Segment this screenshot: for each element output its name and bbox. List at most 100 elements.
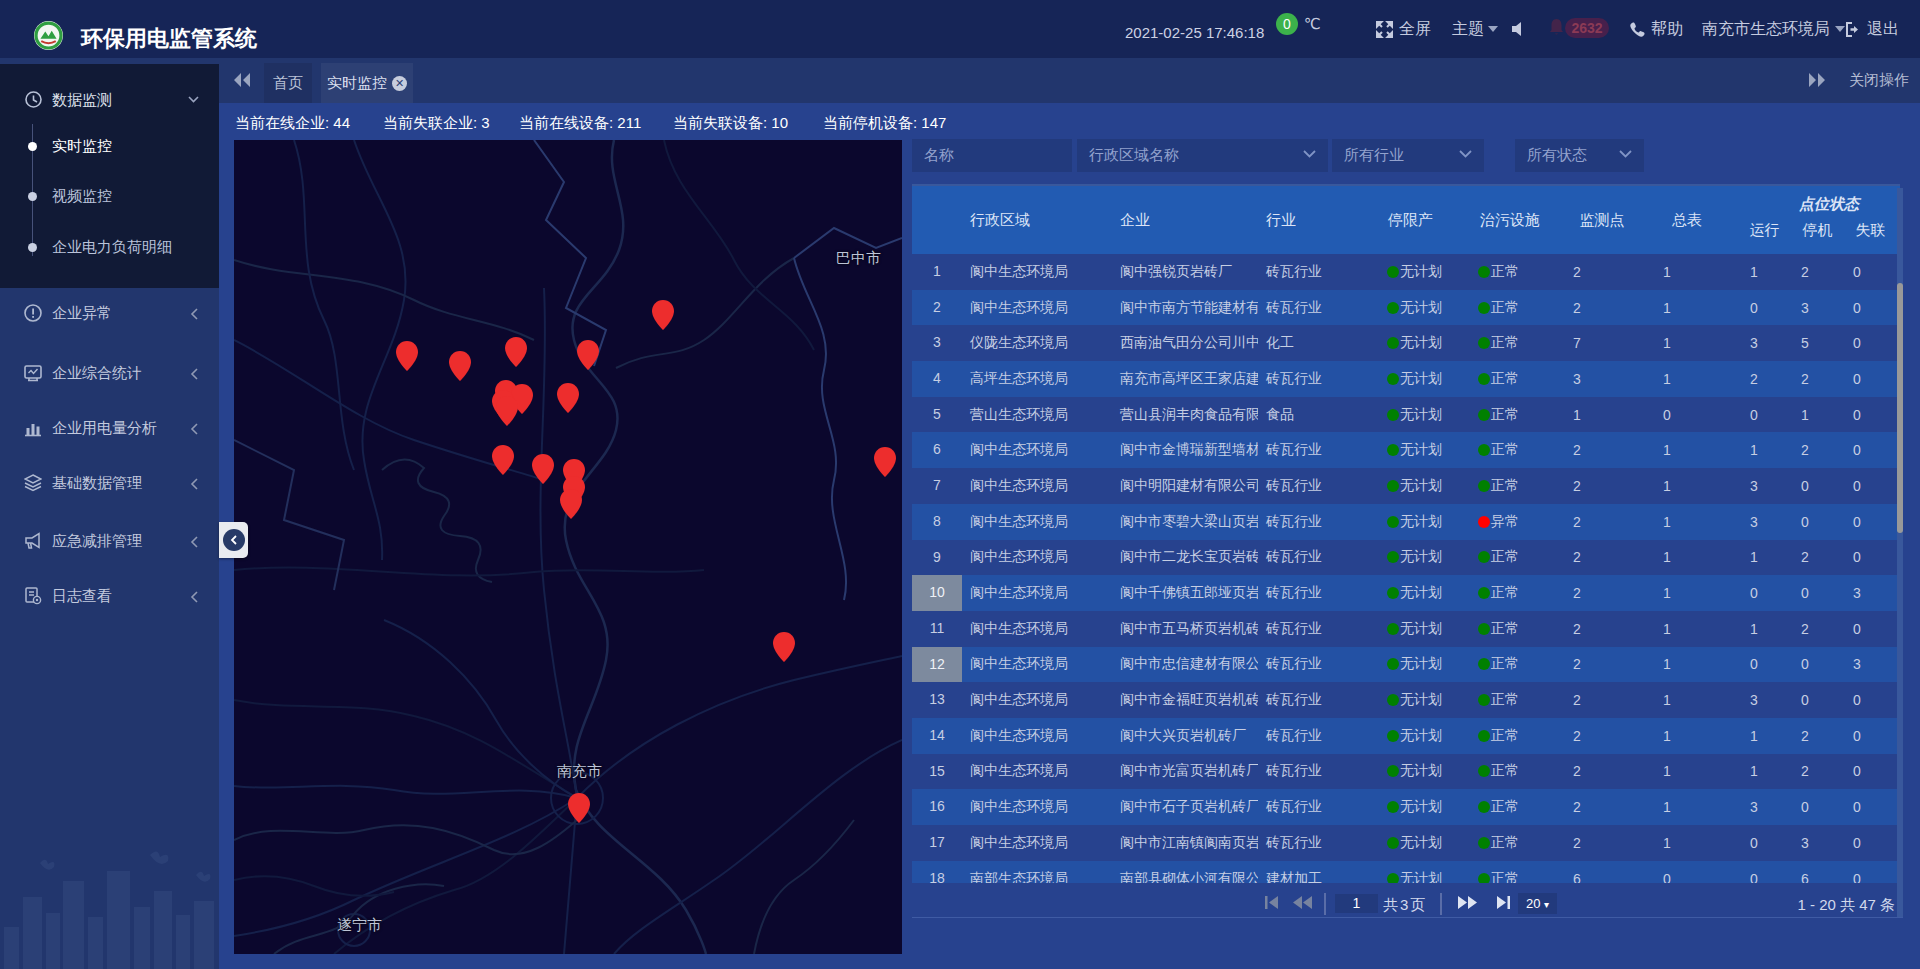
cell-plan: 无计划 — [1380, 263, 1472, 281]
tabs-scroll-left-icon[interactable] — [232, 72, 252, 88]
sidebar-subitem-0[interactable]: 实时监控 — [52, 137, 112, 156]
cell-facility: 正常 — [1472, 655, 1562, 673]
map-pin[interactable] — [577, 340, 595, 365]
next-page-icon[interactable] — [1458, 896, 1477, 909]
chevron-down-icon — [1303, 150, 1316, 158]
tabs-scroll-right-icon[interactable] — [1807, 72, 1827, 88]
table-row[interactable]: 7阆中生态环境局阆中明阳建材有限公司砖瓦行业无计划正常21300 — [912, 468, 1900, 504]
first-page-icon[interactable] — [1264, 896, 1280, 909]
sidebar-subitem-2[interactable]: 企业电力负荷明细 — [52, 238, 172, 257]
map-pin[interactable] — [492, 445, 510, 470]
theme-caret-icon — [1488, 26, 1498, 32]
last-page-icon[interactable] — [1495, 896, 1511, 909]
tab-close-icon[interactable]: ✕ — [392, 76, 407, 91]
cell-region: 阆中生态环境局 — [962, 798, 1112, 816]
chevron-down-icon — [1619, 150, 1632, 158]
mute-button[interactable] — [1512, 0, 1526, 58]
map-panel[interactable]: 巴中市南充市遂宁市 — [234, 140, 902, 954]
cell-stop: 2 — [1788, 264, 1844, 280]
org-menu[interactable]: 南充市生态环境局 — [1702, 0, 1845, 58]
sidebar-subitem-1[interactable]: 视频监控 — [52, 187, 112, 206]
region-filter-select[interactable]: 行政区域名称 — [1077, 139, 1328, 172]
sidebar-item-1[interactable]: 企业综合统计 — [0, 354, 219, 394]
sidebar-item-2[interactable]: 企业用电量分析 — [0, 409, 219, 449]
status-dot-icon — [1478, 623, 1490, 635]
notification-count-badge[interactable]: 2632 — [1565, 18, 1609, 38]
theme-menu[interactable]: 主题 — [1452, 0, 1498, 58]
speaker-icon — [1512, 22, 1526, 36]
map-pin[interactable] — [652, 300, 670, 325]
fullscreen-button[interactable]: 全屏 — [1376, 0, 1431, 58]
sidebar-item-5[interactable]: 日志查看 — [0, 577, 219, 617]
table-row[interactable]: 17阆中生态环境局阆中市江南镇阆南页岩砖瓦行业无计划正常21030 — [912, 825, 1900, 861]
map-collapse-button[interactable] — [219, 522, 248, 558]
table-scrollbar-thumb[interactable] — [1897, 283, 1903, 533]
map-pin[interactable] — [560, 489, 578, 514]
cell-region: 南部生态环境局 — [962, 870, 1112, 883]
cell-run: 0 — [1732, 300, 1788, 316]
table-row[interactable]: 11阆中生态环境局阆中市五马桥页岩机砖砖瓦行业无计划正常21120 — [912, 611, 1900, 647]
cell-industry: 砖瓦行业 — [1258, 370, 1380, 388]
cell-facility: 异常 — [1472, 513, 1562, 531]
name-filter-input[interactable]: 名称 — [912, 139, 1072, 172]
notification-bell-icon[interactable] — [1550, 19, 1563, 36]
status-filter-select[interactable]: 所有状态 — [1515, 139, 1644, 172]
cell-plan: 无计划 — [1380, 620, 1472, 638]
sidebar-item-0[interactable]: 企业异常 — [0, 294, 219, 334]
logout-button[interactable]: 退出 — [1845, 0, 1899, 58]
map-pin[interactable] — [396, 341, 414, 366]
table-row[interactable]: 1阆中生态环境局阆中强锐页岩砖厂砖瓦行业无计划正常21120 — [912, 254, 1900, 290]
status-dot-icon — [1387, 730, 1399, 742]
help-button[interactable]: 帮助 — [1630, 0, 1683, 58]
map-pin[interactable] — [557, 383, 575, 408]
map-pin[interactable] — [773, 632, 791, 657]
map-pin[interactable] — [874, 447, 892, 472]
table-row[interactable]: 18南部生态环境局南部县砌体小河有限公建材加工无计划正常60060 — [912, 861, 1900, 883]
table-row[interactable]: 5营山生态环境局营山县润丰肉食品有限食品无计划正常10010 — [912, 397, 1900, 433]
cell-company: 西南油气田分公司川中 — [1112, 334, 1258, 352]
table-row[interactable]: 12阆中生态环境局阆中市忠信建材有限公砖瓦行业无计划正常21003 — [912, 647, 1900, 683]
status-dot-icon — [1478, 409, 1490, 421]
stat-4: 当前停机设备: 147 — [823, 114, 946, 133]
cell-facility: 正常 — [1472, 691, 1562, 709]
sidebar-item-data-monitor[interactable]: 数据监测 — [0, 78, 219, 122]
table-row[interactable]: 10阆中生态环境局阆中千佛镇五郎垭页岩砖瓦行业无计划正常21003 — [912, 575, 1900, 611]
table-row[interactable]: 15阆中生态环境局阆中市光富页岩机砖厂砖瓦行业无计划正常21120 — [912, 754, 1900, 790]
cell-region: 阆中生态环境局 — [962, 441, 1112, 459]
map-pin[interactable] — [496, 396, 514, 421]
cell-region: 仪陇生态环境局 — [962, 334, 1112, 352]
status-dot-icon — [1387, 801, 1399, 813]
logout-icon — [1845, 22, 1861, 37]
cell-stop: 0 — [1788, 585, 1844, 601]
map-pin[interactable] — [532, 454, 550, 479]
table-row[interactable]: 14阆中生态环境局阆中大兴页岩机砖厂砖瓦行业无计划正常21120 — [912, 718, 1900, 754]
cell-stop: 0 — [1788, 692, 1844, 708]
cell-region: 营山生态环境局 — [962, 406, 1112, 424]
cell-stop: 2 — [1788, 728, 1844, 744]
map-pin[interactable] — [568, 793, 586, 818]
cell-stop: 5 — [1788, 335, 1844, 351]
table-row[interactable]: 8阆中生态环境局阆中市枣碧大梁山页岩砖瓦行业无计划异常21300 — [912, 504, 1900, 540]
table-row[interactable]: 3仪陇生态环境局西南油气田分公司川中化工无计划正常71350 — [912, 325, 1900, 361]
table-row[interactable]: 13阆中生态环境局阆中市金福旺页岩机砖砖瓦行业无计划正常21300 — [912, 682, 1900, 718]
cell-industry: 砖瓦行业 — [1258, 691, 1380, 709]
industry-filter-select[interactable]: 所有行业 — [1332, 139, 1484, 172]
prev-page-icon[interactable] — [1293, 896, 1312, 909]
map-pin[interactable] — [449, 351, 467, 376]
sidebar-item-4[interactable]: 应急减排管理 — [0, 522, 219, 562]
tab-home[interactable]: 首页 — [264, 63, 312, 103]
table-row[interactable]: 6阆中生态环境局阆中市金博瑞新型墙材砖瓦行业无计划正常21120 — [912, 432, 1900, 468]
table-row[interactable]: 2阆中生态环境局阆中市南方节能建材有砖瓦行业无计划正常21030 — [912, 290, 1900, 326]
page-size-select[interactable]: 20 ▾ — [1518, 893, 1557, 914]
cell-region: 高坪生态环境局 — [962, 370, 1112, 388]
cell-region: 阆中生态环境局 — [962, 513, 1112, 531]
sidebar-item-3[interactable]: 基础数据管理 — [0, 464, 219, 504]
table-scrollbar[interactable] — [1897, 188, 1903, 918]
table-row[interactable]: 4高坪生态环境局南充市高坪区王家店建砖瓦行业无计划正常31220 — [912, 361, 1900, 397]
map-pin[interactable] — [505, 337, 523, 362]
tab-realtime-monitor[interactable]: 实时监控 ✕ — [321, 63, 413, 103]
table-row[interactable]: 9阆中生态环境局阆中市二龙长宝页岩砖砖瓦行业无计划正常21120 — [912, 540, 1900, 576]
page-number-input[interactable]: 1 — [1335, 894, 1378, 913]
close-operations-button[interactable]: 关闭操作 — [1849, 71, 1909, 90]
table-row[interactable]: 16阆中生态环境局阆中市石子页岩机砖厂砖瓦行业无计划正常21300 — [912, 789, 1900, 825]
